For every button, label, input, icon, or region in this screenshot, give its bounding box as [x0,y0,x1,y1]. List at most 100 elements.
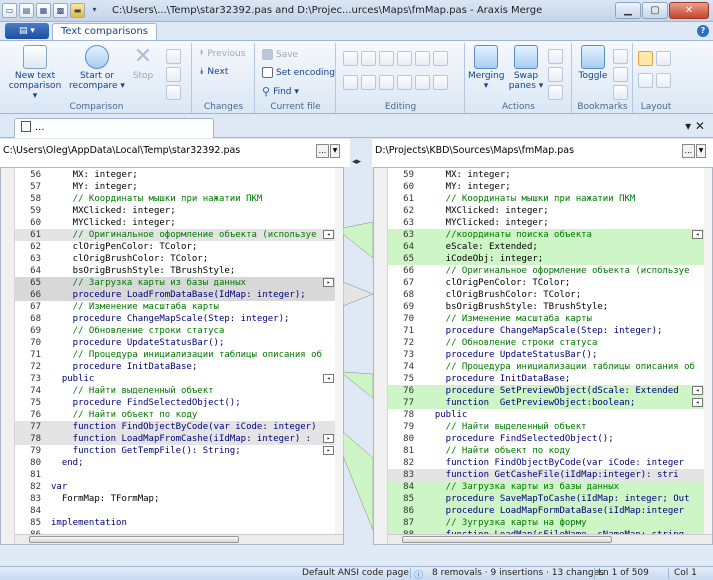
merge-arrow-icon[interactable]: ◂ [692,230,703,239]
right-code-line[interactable]: 72 // Обновление строки статуса [388,337,704,349]
left-code-line[interactable]: 69 // Обновление строки статуса [15,325,335,337]
right-code-line[interactable]: 85 procedure SaveMapToCashe(iIdMap: inte… [388,493,704,505]
right-code-line[interactable]: 79 // Найти выделенный объект [388,421,704,433]
left-code-line[interactable]: 76 // Найти объект по коду [15,409,335,421]
left-code-line[interactable]: 78 function LoadMapFromCashe(iIdMap: int… [15,433,335,445]
right-code-line[interactable]: 59 MX: integer; [388,169,704,181]
stop-button[interactable]: ✕ Stop [128,45,158,82]
right-code-line[interactable]: 80 procedure FindSelectedObject(); [388,433,704,445]
report-icon[interactable] [166,67,181,82]
left-code-line[interactable]: 65 // Загрузка карты из базы данных ▸ [15,277,335,289]
left-code-line[interactable]: 77 function FindObjectByCode(var iCode: … [15,421,335,433]
right-code-line[interactable]: 60 MY: integer; [388,181,704,193]
right-horizontal-scrollbar[interactable] [388,534,712,544]
left-file-path[interactable]: C:\Users\Oleg\AppData\Local\Temp\star323… [3,145,240,156]
right-code-line[interactable]: 63 MYClicked: integer; [388,217,704,229]
save-button[interactable]: Save [262,49,298,60]
merge-arrow-icon[interactable]: ◂ [323,374,334,383]
maximize-button[interactable]: ▢ [642,2,668,19]
previous-change-button[interactable]: ⯭ Previous [199,49,245,59]
left-code-line[interactable]: 75 procedure FindSelectedObject(); [15,397,335,409]
left-code-line[interactable]: 57 MY: integer; [15,181,335,193]
toggle-bookmark-button[interactable]: Toggle [575,45,611,81]
bookmark-next-icon[interactable] [613,67,628,82]
image-doc-icon[interactable]: ▩ [53,3,68,18]
layout-stacked-three-icon[interactable] [656,73,671,88]
merge-arrow-icon[interactable]: ▸ [323,434,334,443]
outdent-icon[interactable] [433,75,448,90]
right-code-line[interactable]: 83 function GetCasheFile(iIdMap:integer)… [388,469,704,481]
left-code-line[interactable]: 59 MXClicked: integer; [15,205,335,217]
right-vertical-scrollbar[interactable] [704,168,712,544]
right-code-line[interactable]: 78 public [388,409,704,421]
indent-icon[interactable] [415,75,430,90]
left-horizontal-scrollbar[interactable] [15,534,343,544]
right-code-line[interactable]: 70 // Изменение масштаба карты [388,313,704,325]
right-code-line[interactable]: 82 function FindObjectByCode(var iCode: … [388,457,704,469]
minimize-button[interactable]: ▁ [615,2,641,19]
right-code-line[interactable]: 64 eScale: Extended; [388,241,704,253]
right-code-line[interactable]: 65 iCodeObj: integer; [388,253,704,265]
new-doc-icon[interactable]: ▭ [2,3,17,18]
left-code-line[interactable]: 63 clOrigBrushColor: TColor; [15,253,335,265]
edit-mark-icon[interactable] [379,75,394,90]
binary-doc-icon[interactable]: ▦ [36,3,51,18]
merge-arrow-icon[interactable]: ▸ [323,446,334,455]
copy-icon[interactable] [379,51,394,66]
layout-side-by-side-icon[interactable] [638,51,653,66]
right-code-line[interactable]: 66 // Оригинальное оформление объекта (и… [388,265,704,277]
right-text-pane[interactable]: 59 MX: integer; 60 MY: integer; 61 // Коор… [373,167,713,545]
tab-text-comparisons[interactable]: Text comparisons [52,23,158,40]
close-tab-icon[interactable]: ▾ ✕ [685,119,705,133]
left-code-line[interactable]: 67 // Изменение масштаба карты [15,301,335,313]
right-code-line[interactable]: 68 clOrigBrushColor: TColor; [388,289,704,301]
right-code-line[interactable]: 84 // Загрузка карты из базы данных [388,481,704,493]
left-code-line[interactable]: 81 [15,469,335,481]
left-code-line[interactable]: 72 procedure InitDataBase; [15,361,335,373]
action-option-icon[interactable] [548,49,563,64]
cut-icon[interactable] [361,51,376,66]
edit-file-icon[interactable] [397,75,412,90]
right-code-line[interactable]: 81 // Найти объект по коду [388,445,704,457]
right-code-line[interactable]: 76 procedure SetPreviewObject(dScale: Ex… [388,385,704,397]
merge-arrow-icon[interactable]: ◂ [323,230,334,239]
select-icon[interactable] [433,51,448,66]
right-browse-button[interactable]: ... [682,144,695,158]
edit-left-icon[interactable] [343,75,358,90]
right-code-line[interactable]: 62 MXClicked: integer; [388,205,704,217]
edit-right-icon[interactable] [361,75,376,90]
document-tab[interactable]: ... D:\Projec...urces\Maps\fmMap.pas [14,118,214,151]
left-code-line[interactable]: 85 implementation [15,517,335,529]
sync-arrows-icon[interactable]: ◂▸ [352,157,361,167]
merge-arrow-icon[interactable]: ▸ [323,278,334,287]
new-text-comparison-button[interactable]: New text comparison ▾ [6,45,64,101]
right-code-line[interactable]: 73 procedure UpdateStatusBar(); [388,349,704,361]
layout-three-way-icon[interactable] [656,51,671,66]
right-file-path[interactable]: D:\Projects\KBD\Sources\Maps\fmMap.pas [375,145,574,156]
left-code-line[interactable]: 79 function GetTempFile(): String; ▸ [15,445,335,457]
right-code-line[interactable]: 63 //координаты поиска объекта ◂ [388,229,704,241]
bookmark-edit-icon[interactable] [613,49,628,64]
start-recompare-button[interactable]: Start or recompare ▾ [68,45,126,91]
new-folder-doc-icon[interactable]: ▤ [19,3,34,18]
right-code-line[interactable]: 69 bsOrigBrushStyle: TBrushStyle; [388,301,704,313]
right-code-line[interactable]: 75 procedure InitDataBase; [388,373,704,385]
qat-dropdown-icon[interactable]: ▾ [87,3,102,18]
left-code-line[interactable]: 64 bsOrigBrushStyle: TBrushStyle; [15,265,335,277]
left-code-line[interactable]: 83 FormMap: TFormMap; [15,493,335,505]
right-code-line[interactable]: 74 // Процедура инициализации таблицы оп… [388,361,704,373]
action-list-icon[interactable] [548,67,563,82]
application-menu-button[interactable]: ▤ ▾ [5,23,49,39]
left-browse-button[interactable]: ... [316,144,329,158]
right-code-line[interactable]: 61 // Координаты мышки при нажатии ПКМ [388,193,704,205]
layout-stacked-icon[interactable] [638,73,653,88]
left-code-line[interactable]: 82 var [15,481,335,493]
find-button[interactable]: ⚲ Find ▾ [262,85,299,98]
left-code-line[interactable]: 68 procedure ChangeMapScale(Step: intege… [15,313,335,325]
help-icon[interactable]: ? [697,25,709,37]
paste-icon[interactable] [343,51,358,66]
close-button[interactable]: ✕ [669,2,709,19]
swap-panes-button[interactable]: Swap panes ▾ [508,45,544,91]
right-code-line[interactable]: 67 clOrigPenColor: TColor; [388,277,704,289]
left-code-line[interactable]: 60 MYClicked: integer; [15,217,335,229]
